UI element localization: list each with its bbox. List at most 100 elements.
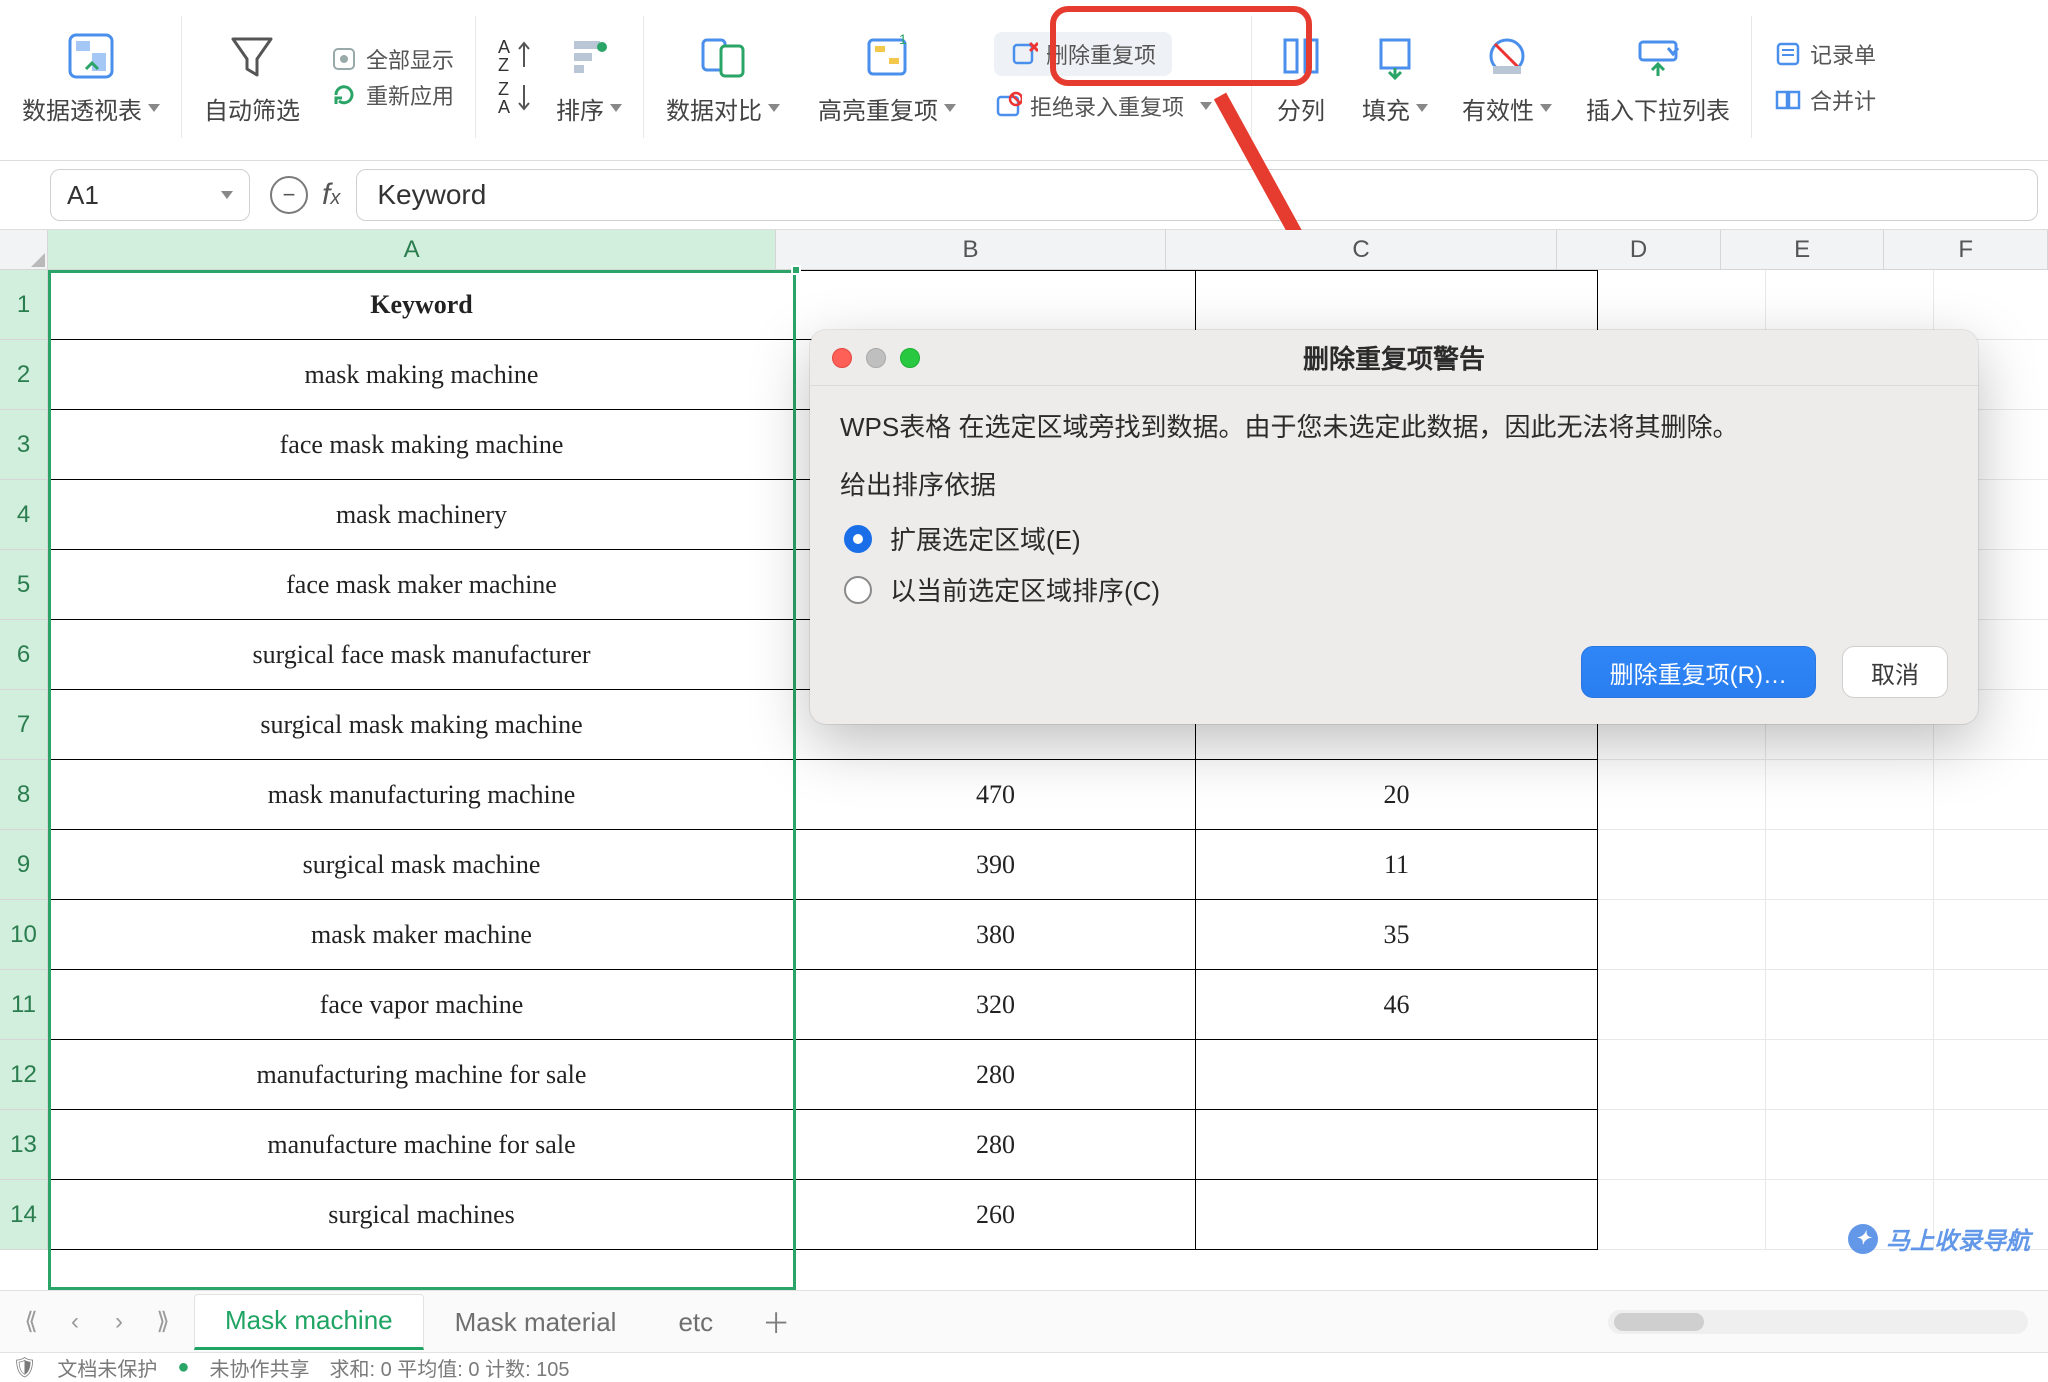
cell-E10[interactable] [1766,900,1934,970]
remove-dup-confirm-button[interactable]: 删除重复项(R)… [1581,646,1816,698]
row-header-10[interactable]: 10 [0,900,48,970]
cell-B14[interactable]: 260 [796,1180,1196,1250]
tab-nav-last[interactable]: ⟫ [146,1305,180,1339]
cell-D11[interactable] [1598,970,1766,1040]
cell-D14[interactable] [1598,1180,1766,1250]
cell-F8[interactable] [1934,760,2048,830]
cell-B10[interactable]: 380 [796,900,1196,970]
sort-button[interactable]: 排序 [556,29,622,126]
cell-A7[interactable]: surgical mask making machine [48,690,796,760]
cell-B13[interactable]: 280 [796,1110,1196,1180]
cell-E12[interactable] [1766,1040,1934,1110]
tab-nav-next[interactable]: › [102,1305,136,1339]
cell-C8[interactable]: 20 [1196,760,1598,830]
cell-C12[interactable] [1196,1040,1598,1110]
cell-A2[interactable]: mask making machine [48,340,796,410]
cell-E11[interactable] [1766,970,1934,1040]
cell-A9[interactable]: surgical mask machine [48,830,796,900]
cell-A4[interactable]: mask machinery [48,480,796,550]
validation-button[interactable]: 有效性 [1462,29,1552,126]
name-box[interactable]: A1 [50,169,250,221]
remove-dup-button[interactable]: 删除重复项 [994,32,1172,76]
tab-nav-prev[interactable]: ‹ [58,1305,92,1339]
row-header-3[interactable]: 3 [0,410,48,480]
cell-C10[interactable]: 35 [1196,900,1598,970]
cell-A3[interactable]: face mask making machine [48,410,796,480]
refuse-dup-button[interactable]: 拒绝录入重复项 [994,90,1212,122]
cell-C14[interactable] [1196,1180,1598,1250]
cell-D8[interactable] [1598,760,1766,830]
cell-F11[interactable] [1934,970,2048,1040]
radio-extend[interactable]: 扩展选定区域(E) [844,520,1944,557]
cell-D10[interactable] [1598,900,1766,970]
radio-current[interactable]: 以当前选定区域排序(C) [844,571,1944,608]
add-sheet-button[interactable]: ＋ [756,1302,796,1342]
formula-input[interactable]: Keyword [356,169,2038,221]
horizontal-scrollbar[interactable] [1608,1310,2028,1334]
cell-F9[interactable] [1934,830,2048,900]
cell-D12[interactable] [1598,1040,1766,1110]
cell-A13[interactable]: manufacture machine for sale [48,1110,796,1180]
cell-E9[interactable] [1766,830,1934,900]
data-compare-button[interactable]: 数据对比 [666,29,780,126]
row-header-14[interactable]: 14 [0,1180,48,1250]
selection-handle[interactable] [791,265,801,275]
record-list-button[interactable]: 记录单 [1774,38,1876,70]
select-all-corner[interactable] [0,230,48,270]
tab-nav-first[interactable]: ⟪ [14,1305,48,1339]
cell-F13[interactable] [1934,1110,2048,1180]
cell-F10[interactable] [1934,900,2048,970]
cell-D9[interactable] [1598,830,1766,900]
col-header-A[interactable]: A [48,230,776,270]
cell-B8[interactable]: 470 [796,760,1196,830]
cell-B12[interactable]: 280 [796,1040,1196,1110]
col-header-B[interactable]: B [776,230,1165,270]
cell-A8[interactable]: mask manufacturing machine [48,760,796,830]
tab-etc[interactable]: etc [647,1294,744,1350]
fx-icon[interactable]: fx [322,178,340,212]
merge-button[interactable]: 合并计 [1774,84,1876,116]
cell-A10[interactable]: mask maker machine [48,900,796,970]
cell-A12[interactable]: manufacturing machine for sale [48,1040,796,1110]
cell-D13[interactable] [1598,1110,1766,1180]
highlight-dup-button[interactable]: 1 高亮重复项 [818,29,956,126]
col-header-D[interactable]: D [1557,230,1721,270]
cell-E8[interactable] [1766,760,1934,830]
cell-C11[interactable]: 46 [1196,970,1598,1040]
tab-mask-machine[interactable]: Mask machine [194,1294,424,1350]
cell-A6[interactable]: surgical face mask manufacturer [48,620,796,690]
reapply-button[interactable]: 重新应用 [330,79,454,111]
row-header-6[interactable]: 6 [0,620,48,690]
row-header-5[interactable]: 5 [0,550,48,620]
cell-A5[interactable]: face mask maker machine [48,550,796,620]
col-header-E[interactable]: E [1721,230,1885,270]
cell-B11[interactable]: 320 [796,970,1196,1040]
row-header-13[interactable]: 13 [0,1110,48,1180]
sort-desc-button[interactable]: ZA [498,80,532,116]
text-to-cols-button[interactable]: 分列 [1274,29,1328,126]
row-header-2[interactable]: 2 [0,340,48,410]
col-header-F[interactable]: F [1884,230,2048,270]
row-header-12[interactable]: 12 [0,1040,48,1110]
row-header-11[interactable]: 11 [0,970,48,1040]
dropdown-button[interactable]: 插入下拉列表 [1586,29,1730,126]
cell-E13[interactable] [1766,1110,1934,1180]
row-header-7[interactable]: 7 [0,690,48,760]
cell-A14[interactable]: surgical machines [48,1180,796,1250]
row-header-1[interactable]: 1 [0,270,48,340]
cell-F12[interactable] [1934,1040,2048,1110]
show-all-button[interactable]: 全部显示 [330,43,454,75]
cell-B9[interactable]: 390 [796,830,1196,900]
row-header-8[interactable]: 8 [0,760,48,830]
zoom-out-icon[interactable]: − [270,176,308,214]
tab-mask-material[interactable]: Mask material [424,1294,648,1350]
cell-A11[interactable]: face vapor machine [48,970,796,1040]
row-header-4[interactable]: 4 [0,480,48,550]
fill-button[interactable]: 填充 [1362,29,1428,126]
cell-C9[interactable]: 11 [1196,830,1598,900]
cell-A1[interactable]: Keyword [48,270,796,340]
sort-asc-button[interactable]: AZ [498,38,532,74]
scroll-thumb[interactable] [1614,1313,1704,1331]
pivot-button[interactable]: 数据透视表 [22,29,160,126]
cell-C13[interactable] [1196,1110,1598,1180]
